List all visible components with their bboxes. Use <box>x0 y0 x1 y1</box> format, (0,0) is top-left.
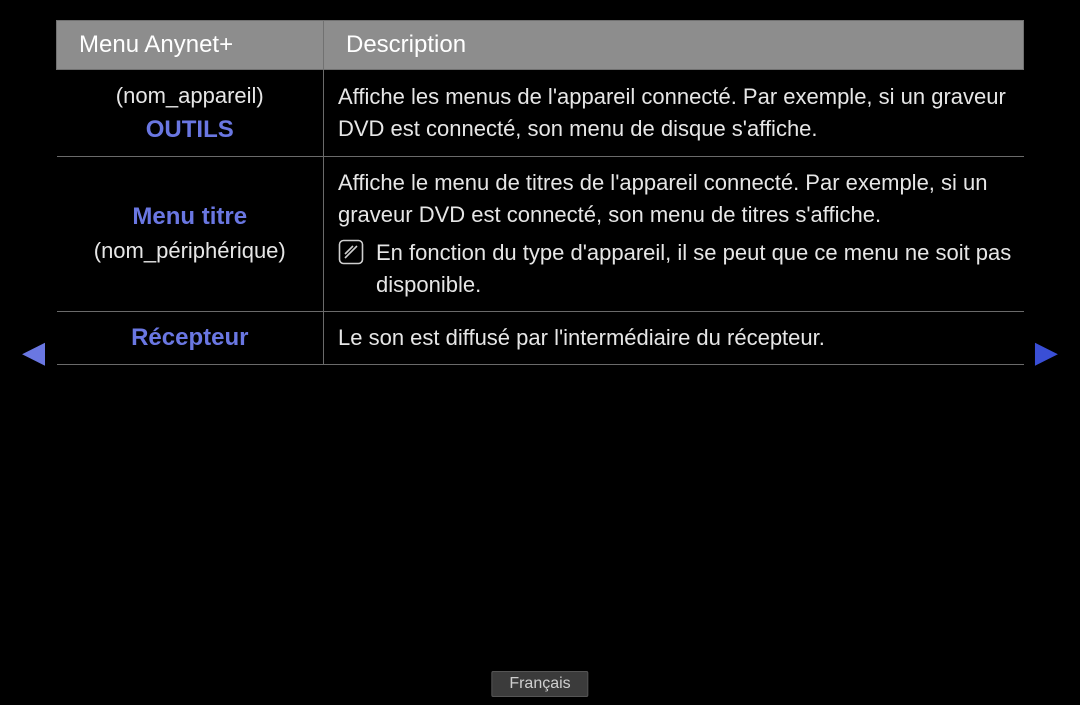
note-text: En fonction du type d'appareil, il se pe… <box>376 237 1016 301</box>
manual-page: Menu Anynet+ Description (nom_appareil) … <box>0 0 1080 705</box>
desc-cell-outils: Affiche les menus de l'appareil connecté… <box>324 70 1024 157</box>
menu-cell-menutitre: Menu titre (nom_périphérique) <box>57 157 324 312</box>
note-row: En fonction du type d'appareil, il se pe… <box>338 237 1016 301</box>
anynet-table-wrap: Menu Anynet+ Description (nom_appareil) … <box>56 20 1024 365</box>
menu-label-outils: OUTILS <box>146 114 234 146</box>
header-description: Description <box>324 21 1024 70</box>
table-row: Récepteur Le son est diffusé par l'inter… <box>57 312 1024 365</box>
desc-cell-recepteur: Le son est diffusé par l'intermédiaire d… <box>324 312 1024 365</box>
menu-cell-recepteur: Récepteur <box>57 312 324 365</box>
table-row: Menu titre (nom_périphérique) Affiche le… <box>57 157 1024 312</box>
table-row: (nom_appareil) OUTILS Affiche les menus … <box>57 70 1024 157</box>
header-menu: Menu Anynet+ <box>57 21 324 70</box>
menu-label-menutitre: Menu titre <box>132 201 247 233</box>
nav-arrow-right-icon[interactable]: ▶ <box>1035 338 1058 368</box>
table-header-row: Menu Anynet+ Description <box>57 21 1024 70</box>
note-icon <box>338 239 364 274</box>
menu-label-recepteur: Récepteur <box>131 324 248 351</box>
nav-arrow-left-icon[interactable]: ◀ <box>22 338 45 368</box>
language-pill: Français <box>491 671 588 697</box>
menu-sublabel: (nom_appareil) <box>116 80 264 112</box>
desc-cell-menutitre: Affiche le menu de titres de l'appareil … <box>324 157 1024 312</box>
desc-text: Affiche le menu de titres de l'appareil … <box>338 167 1016 231</box>
menu-cell-outils: (nom_appareil) OUTILS <box>57 70 324 157</box>
anynet-table: Menu Anynet+ Description (nom_appareil) … <box>56 20 1024 365</box>
menu-sublabel: (nom_périphérique) <box>94 235 286 267</box>
